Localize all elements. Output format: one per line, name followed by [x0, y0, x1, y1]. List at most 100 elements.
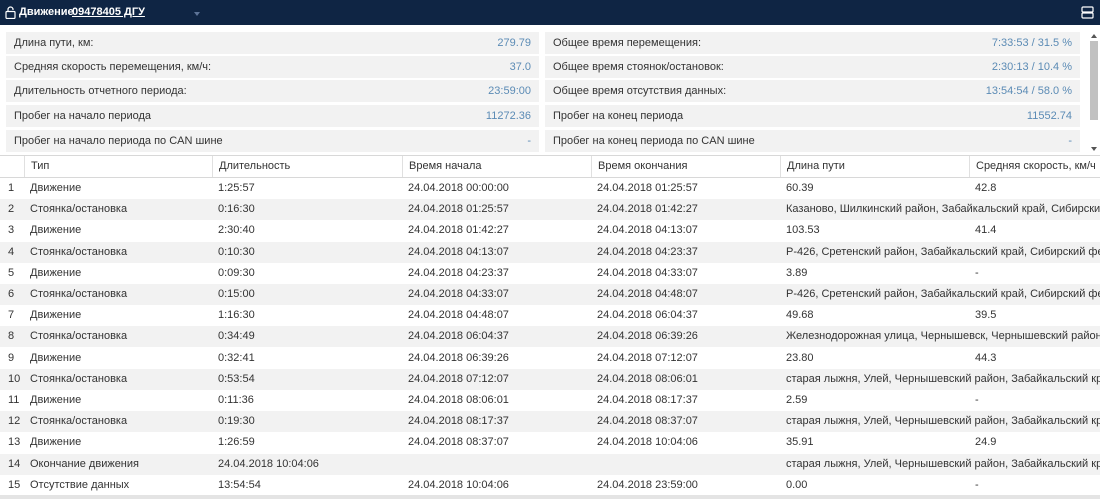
summary-cell: Общее время перемещения: 7:33:53 / 31.5 … — [545, 32, 1080, 54]
summary-cell: Общее время отсутствия данных: 13:54:54 … — [545, 80, 1080, 102]
summary-value: 11272.36 — [485, 110, 531, 122]
horizontal-scrollbar[interactable] — [0, 495, 1100, 499]
cell-start: 24.04.2018 10:04:06 — [408, 479, 509, 491]
table-row[interactable]: 11 Движение 0:11:36 24.04.2018 08:06:01 24.0… — [0, 390, 1100, 411]
summary-label: Общее время перемещения: — [553, 37, 701, 49]
cell-row-number: 7 — [8, 309, 15, 321]
scroll-up-icon[interactable] — [1091, 34, 1097, 38]
cell-address: старая лыжня, Улей, Чернышевский район, … — [786, 458, 1100, 470]
cell-duration: 13:54:54 — [218, 479, 261, 491]
table-row[interactable]: 4 Стоянка/остановка 0:10:30 24.04.2018 04:1… — [0, 242, 1100, 263]
cell-row-number: 11 — [8, 394, 20, 406]
cell-start: 24.04.2018 00:00:00 — [408, 182, 509, 194]
cell-distance: 2.59 — [786, 394, 808, 406]
cell-start: 24.04.2018 08:17:37 — [408, 415, 509, 427]
cell-duration: 1:16:30 — [218, 309, 255, 321]
summary-label: Пробег на начало периода — [14, 110, 152, 122]
summary-cell: Пробег на конец периода 11552.74 — [545, 105, 1080, 127]
table-row[interactable]: 10 Стоянка/остановка 0:53:54 24.04.2018 07:… — [0, 369, 1100, 390]
cell-row-number: 12 — [8, 415, 21, 427]
cell-end: 24.04.2018 06:39:26 — [597, 330, 698, 342]
cell-speed: 42.8 — [975, 182, 997, 194]
cell-duration: 0:53:54 — [218, 373, 255, 385]
table-row[interactable]: 14 Окончание движения 24.04.2018 10:04:06 с… — [0, 454, 1100, 475]
summary-label: Общее время отсутствия данных: — [553, 85, 727, 97]
cell-row-number: 5 — [8, 267, 15, 279]
table-row[interactable]: 13 Движение 1:26:59 24.04.2018 08:37:07 24.0… — [0, 432, 1100, 453]
summary-value: 23:59:00 — [488, 85, 531, 97]
column-header-distance[interactable]: Длина пути — [780, 156, 969, 177]
table-row[interactable]: 7 Движение 1:16:30 24.04.2018 04:48:07 24.04… — [0, 305, 1100, 326]
column-header-end[interactable]: Время окончания — [591, 156, 780, 177]
summary-cell: Пробег на начало периода по CAN шине - — [6, 130, 539, 152]
table-row[interactable]: 9 Движение 0:32:41 24.04.2018 06:39:26 24.04… — [0, 348, 1100, 369]
summary-value: - — [527, 135, 531, 147]
table-row[interactable]: 6 Стоянка/остановка 0:15:00 24.04.2018 04:3… — [0, 284, 1100, 305]
table-row[interactable]: 15 Отсутствие данных 13:54:54 24.04.2018 10… — [0, 475, 1100, 496]
cell-row-number: 13 — [8, 436, 21, 448]
movement-table: Тип Длительность Время начала Время окон… — [0, 155, 1100, 500]
cell-address: Р-426, Сретенский район, Забайкальский к… — [786, 288, 1100, 300]
cell-speed: - — [975, 394, 979, 406]
cell-type: Движение — [30, 267, 82, 279]
column-header-duration[interactable]: Длительность — [212, 156, 402, 177]
cell-distance: 49.68 — [786, 309, 814, 321]
cell-row-number: 4 — [8, 246, 15, 258]
cell-type: Стоянка/остановка — [30, 203, 128, 215]
cell-start: 24.04.2018 01:25:57 — [408, 203, 509, 215]
summary-row: Длина пути, км: 279.79 Общее время перем… — [6, 32, 1080, 54]
summary-row: Средняя скорость перемещения, км/ч: 37.0… — [6, 56, 1080, 78]
column-header-start[interactable]: Время начала — [402, 156, 591, 177]
lock-icon[interactable] — [5, 6, 16, 19]
cell-row-number: 3 — [8, 224, 15, 236]
cell-duration: 0:34:49 — [218, 330, 255, 342]
cell-row-number: 15 — [8, 479, 21, 491]
cell-address: старая лыжня, Улей, Чернышевский район, … — [786, 415, 1100, 427]
table-row[interactable]: 3 Движение 2:30:40 24.04.2018 01:42:27 24.04… — [0, 220, 1100, 241]
cell-end: 24.04.2018 04:23:37 — [597, 246, 698, 258]
cell-row-number: 6 — [8, 288, 15, 300]
cell-duration: 0:09:30 — [218, 267, 255, 279]
cell-type: Отсутствие данных — [30, 479, 130, 491]
cell-end: 24.04.2018 08:06:01 — [597, 373, 698, 385]
cell-type: Стоянка/остановка — [30, 373, 128, 385]
table-row[interactable]: 5 Движение 0:09:30 24.04.2018 04:23:37 24.04… — [0, 263, 1100, 284]
cell-end: 24.04.2018 01:25:57 — [597, 182, 698, 194]
table-row[interactable]: 8 Стоянка/остановка 0:34:49 24.04.2018 06:0… — [0, 326, 1100, 347]
table-row[interactable]: 12 Стоянка/остановка 0:19:30 24.04.2018 08:… — [0, 411, 1100, 432]
scroll-down-icon[interactable] — [1091, 147, 1097, 151]
cell-duration: 1:26:59 — [218, 436, 255, 448]
summary-scrollbar[interactable] — [1088, 32, 1100, 154]
cell-duration: 0:11:36 — [218, 394, 254, 406]
summary-cell: Средняя скорость перемещения, км/ч: 37.0 — [6, 56, 539, 78]
summary-cell: Пробег на конец периода по CAN шине - — [545, 130, 1080, 152]
table-row[interactable]: 1 Движение 1:25:57 24.04.2018 00:00:00 24.04… — [0, 178, 1100, 199]
cell-duration: 1:25:57 — [218, 182, 255, 194]
table-row[interactable]: 2 Стоянка/остановка 0:16:30 24.04.2018 01:2… — [0, 199, 1100, 220]
cell-duration: 0:15:00 — [218, 288, 255, 300]
cell-address: Казаново, Шилкинский район, Забайкальски… — [786, 203, 1100, 215]
cell-end: 24.04.2018 07:12:07 — [597, 352, 698, 364]
cell-start: 24.04.2018 04:13:07 — [408, 246, 509, 258]
layout-toggle-icon[interactable] — [1081, 6, 1094, 19]
summary-value: - — [1068, 135, 1072, 147]
cell-start: 24.04.2018 07:12:07 — [408, 373, 509, 385]
cell-type: Движение — [30, 352, 82, 364]
vehicle-selector[interactable]: 09478405 ДГУ — [72, 6, 145, 18]
app-header: Движение 09478405 ДГУ — [0, 0, 1100, 25]
column-header-speed[interactable]: Средняя скорость, км/ч — [969, 156, 1100, 177]
cell-start: 24.04.2018 04:33:07 — [408, 288, 509, 300]
cell-distance: 3.89 — [786, 267, 808, 279]
scrollbar-thumb[interactable] — [1090, 41, 1098, 120]
cell-type: Стоянка/остановка — [30, 330, 128, 342]
cell-duration: 2:30:40 — [218, 224, 255, 236]
cell-row-number: 8 — [8, 330, 15, 342]
cell-address: старая лыжня, Улей, Чернышевский район, … — [786, 373, 1100, 385]
cell-distance: 60.39 — [786, 182, 814, 194]
column-header-type[interactable]: Тип — [24, 156, 212, 177]
cell-start: 24.04.2018 06:39:26 — [408, 352, 509, 364]
summary-value: 7:33:53 / 31.5 % — [991, 37, 1072, 49]
cell-speed: 24.9 — [975, 436, 997, 448]
cell-type: Стоянка/остановка — [30, 288, 128, 300]
chevron-down-icon[interactable] — [194, 12, 200, 16]
